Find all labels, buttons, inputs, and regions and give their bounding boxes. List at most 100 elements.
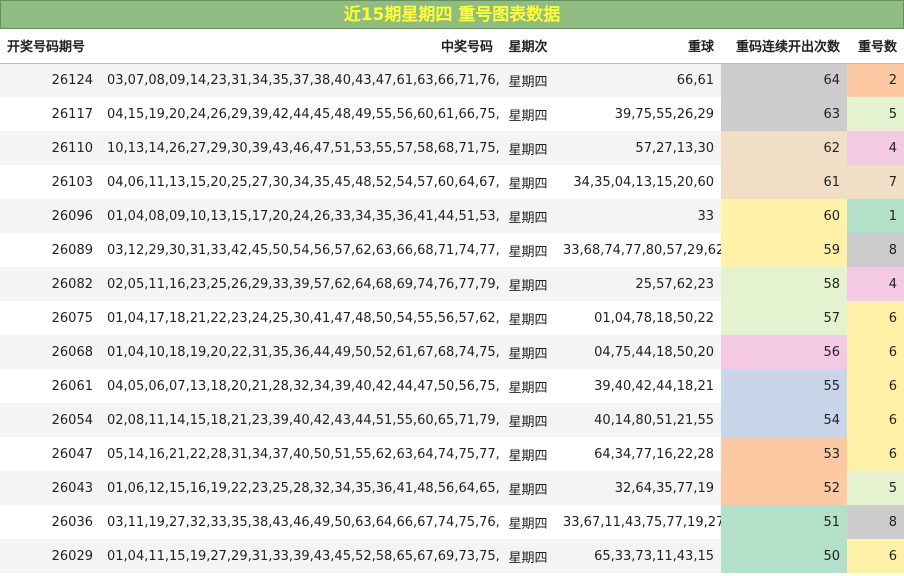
header-repeat[interactable]: 重球 [556, 29, 721, 64]
cell-count[interactable]: 56 [721, 335, 847, 369]
cell-repeat[interactable]: 57,27,13,30 [556, 131, 721, 165]
cell-count[interactable]: 59 [721, 233, 847, 267]
cell-repeat[interactable]: 33 [556, 199, 721, 233]
cell-period[interactable]: 26124 [0, 63, 100, 97]
cell-weekday[interactable]: 星期四 [500, 403, 556, 437]
cell-count[interactable]: 54 [721, 403, 847, 437]
table-row: 26036 03,11,19,27,32,33,35,38,43,46,49,50… [0, 505, 904, 539]
cell-numbers[interactable]: 03,07,08,09,14,23,31,34,35,37,38,40,43,4… [100, 63, 500, 97]
cell-numbers[interactable]: 01,04,08,09,10,13,15,17,20,24,26,33,34,3… [100, 199, 500, 233]
cell-weekday[interactable]: 星期四 [500, 335, 556, 369]
cell-period[interactable]: 26103 [0, 165, 100, 199]
cell-repeat[interactable]: 40,14,80,51,21,55 [556, 403, 721, 437]
header-weekday[interactable]: 星期次 [500, 29, 556, 64]
cell-count[interactable]: 50 [721, 539, 847, 573]
cell-repeat[interactable]: 01,04,78,18,50,22 [556, 301, 721, 335]
cell-weekday[interactable]: 星期四 [500, 165, 556, 199]
cell-repeat[interactable]: 64,34,77,16,22,28 [556, 437, 721, 471]
header-repeat-count[interactable]: 重号数 [847, 29, 904, 64]
cell-weekday[interactable]: 星期四 [500, 437, 556, 471]
cell-repeat-count[interactable]: 8 [847, 233, 904, 267]
cell-weekday[interactable]: 星期四 [500, 97, 556, 131]
cell-period[interactable]: 26043 [0, 471, 100, 505]
cell-numbers[interactable]: 01,04,11,15,19,27,29,31,33,39,43,45,52,5… [100, 539, 500, 573]
cell-repeat[interactable]: 34,35,04,13,15,20,60 [556, 165, 721, 199]
cell-weekday[interactable]: 星期四 [500, 199, 556, 233]
cell-numbers[interactable]: 04,15,19,20,24,26,29,39,42,44,45,48,49,5… [100, 97, 500, 131]
cell-weekday[interactable]: 星期四 [500, 539, 556, 573]
cell-period[interactable]: 26117 [0, 97, 100, 131]
header-period[interactable]: 开奖号码期号 [0, 29, 100, 64]
cell-repeat[interactable]: 39,40,42,44,18,21 [556, 369, 721, 403]
cell-period[interactable]: 26036 [0, 505, 100, 539]
cell-numbers[interactable]: 01,06,12,15,16,19,22,23,25,28,32,34,35,3… [100, 471, 500, 505]
cell-repeat[interactable]: 39,75,55,26,29 [556, 97, 721, 131]
cell-repeat[interactable]: 33,68,74,77,80,57,29,62 [556, 233, 721, 267]
cell-numbers[interactable]: 02,08,11,14,15,18,21,23,39,40,42,43,44,5… [100, 403, 500, 437]
cell-repeat-count[interactable]: 7 [847, 165, 904, 199]
cell-numbers[interactable]: 01,04,10,18,19,20,22,31,35,36,44,49,50,5… [100, 335, 500, 369]
cell-repeat-count[interactable]: 6 [847, 301, 904, 335]
cell-repeat-count[interactable]: 6 [847, 539, 904, 573]
cell-repeat[interactable]: 32,64,35,77,19 [556, 471, 721, 505]
cell-repeat-count[interactable]: 6 [847, 369, 904, 403]
table-row: 26075 01,04,17,18,21,22,23,24,25,30,41,47… [0, 301, 904, 335]
cell-repeat-count[interactable]: 6 [847, 437, 904, 471]
cell-repeat[interactable]: 65,33,73,11,43,15 [556, 539, 721, 573]
cell-period[interactable]: 26089 [0, 233, 100, 267]
header-numbers[interactable]: 中奖号码 [100, 29, 500, 64]
cell-period[interactable]: 26075 [0, 301, 100, 335]
cell-numbers[interactable]: 03,12,29,30,31,33,42,45,50,54,56,57,62,6… [100, 233, 500, 267]
cell-period[interactable]: 26054 [0, 403, 100, 437]
cell-count[interactable]: 64 [721, 63, 847, 97]
cell-repeat-count[interactable]: 2 [847, 63, 904, 97]
cell-count[interactable]: 63 [721, 97, 847, 131]
cell-period[interactable]: 26047 [0, 437, 100, 471]
cell-numbers[interactable]: 03,11,19,27,32,33,35,38,43,46,49,50,63,6… [100, 505, 500, 539]
spreadsheet: 近15期星期四 重号图表数据 开奖号码期号 中奖号码 星期次 重球 重码连续开出… [0, 0, 904, 576]
cell-period[interactable]: 26096 [0, 199, 100, 233]
cell-period[interactable]: 26061 [0, 369, 100, 403]
cell-count[interactable]: 61 [721, 165, 847, 199]
cell-weekday[interactable]: 星期四 [500, 471, 556, 505]
cell-repeat-count[interactable]: 8 [847, 505, 904, 539]
cell-weekday[interactable]: 星期四 [500, 233, 556, 267]
cell-numbers[interactable]: 10,13,14,26,27,29,30,39,43,46,47,51,53,5… [100, 131, 500, 165]
cell-repeat-count[interactable]: 4 [847, 267, 904, 301]
cell-numbers[interactable]: 01,04,17,18,21,22,23,24,25,30,41,47,48,5… [100, 301, 500, 335]
cell-repeat[interactable]: 04,75,44,18,50,20 [556, 335, 721, 369]
cell-numbers[interactable]: 04,05,06,07,13,18,20,21,28,32,34,39,40,4… [100, 369, 500, 403]
cell-weekday[interactable]: 星期四 [500, 301, 556, 335]
cell-count[interactable]: 53 [721, 437, 847, 471]
cell-period[interactable]: 26068 [0, 335, 100, 369]
cell-count[interactable]: 60 [721, 199, 847, 233]
cell-weekday[interactable]: 星期四 [500, 267, 556, 301]
header-row: 开奖号码期号 中奖号码 星期次 重球 重码连续开出次数 重号数 [0, 29, 904, 64]
cell-count[interactable]: 58 [721, 267, 847, 301]
cell-count[interactable]: 52 [721, 471, 847, 505]
cell-weekday[interactable]: 星期四 [500, 505, 556, 539]
cell-count[interactable]: 51 [721, 505, 847, 539]
cell-count[interactable]: 55 [721, 369, 847, 403]
cell-repeat-count[interactable]: 5 [847, 97, 904, 131]
cell-repeat[interactable]: 33,67,11,43,75,77,19,27 [556, 505, 721, 539]
cell-repeat-count[interactable]: 4 [847, 131, 904, 165]
cell-period[interactable]: 26082 [0, 267, 100, 301]
cell-weekday[interactable]: 星期四 [500, 131, 556, 165]
cell-numbers[interactable]: 02,05,11,16,23,25,26,29,33,39,57,62,64,6… [100, 267, 500, 301]
cell-count[interactable]: 62 [721, 131, 847, 165]
cell-numbers[interactable]: 05,14,16,21,22,28,31,34,37,40,50,51,55,6… [100, 437, 500, 471]
cell-repeat-count[interactable]: 5 [847, 471, 904, 505]
cell-repeat-count[interactable]: 6 [847, 335, 904, 369]
cell-weekday[interactable]: 星期四 [500, 63, 556, 97]
cell-count[interactable]: 57 [721, 301, 847, 335]
cell-repeat-count[interactable]: 6 [847, 403, 904, 437]
header-count[interactable]: 重码连续开出次数 [721, 29, 847, 64]
cell-period[interactable]: 26110 [0, 131, 100, 165]
cell-repeat[interactable]: 66,61 [556, 63, 721, 97]
cell-period[interactable]: 26029 [0, 539, 100, 573]
cell-weekday[interactable]: 星期四 [500, 369, 556, 403]
cell-repeat-count[interactable]: 1 [847, 199, 904, 233]
cell-repeat[interactable]: 25,57,62,23 [556, 267, 721, 301]
cell-numbers[interactable]: 04,06,11,13,15,20,25,27,30,34,35,45,48,5… [100, 165, 500, 199]
